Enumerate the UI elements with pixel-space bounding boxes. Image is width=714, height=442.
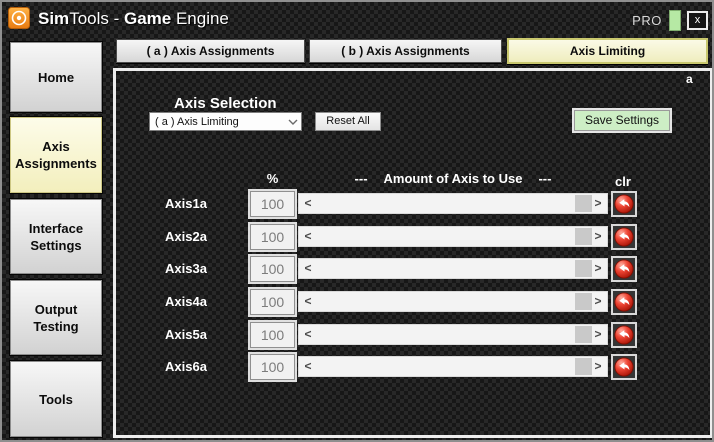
- scrollbar-thumb[interactable]: [575, 195, 592, 212]
- panel-corner-letter: a: [686, 72, 693, 86]
- axis-amount-scrollbar[interactable]: < >: [298, 193, 608, 214]
- amount-header-text: Amount of Axis to Use: [384, 171, 523, 186]
- scroll-right-arrow-icon[interactable]: >: [591, 227, 605, 246]
- pro-status-indicator: [669, 10, 681, 31]
- axis-percent-input[interactable]: 100: [250, 256, 295, 282]
- scroll-right-arrow-icon[interactable]: >: [591, 325, 605, 344]
- scroll-left-arrow-icon[interactable]: <: [301, 227, 315, 246]
- undo-icon: [614, 259, 634, 279]
- clear-axis-button[interactable]: [611, 224, 637, 250]
- axis-selection-heading: Axis Selection: [174, 95, 277, 112]
- scroll-left-arrow-icon[interactable]: <: [301, 259, 315, 278]
- save-settings-button[interactable]: Save Settings: [574, 110, 670, 131]
- scroll-right-arrow-icon[interactable]: >: [591, 259, 605, 278]
- window-title: SimTools - Game Engine: [38, 8, 229, 30]
- scrollbar-thumb[interactable]: [575, 358, 592, 375]
- undo-icon: [614, 194, 634, 214]
- scrollbar-thumb[interactable]: [575, 293, 592, 310]
- scrollbar-thumb[interactable]: [575, 326, 592, 343]
- clear-axis-button[interactable]: [611, 191, 637, 217]
- scroll-left-arrow-icon[interactable]: <: [301, 194, 315, 213]
- tab-b-axis-assignments[interactable]: ( b ) Axis Assignments: [309, 39, 502, 63]
- axis-row-1: Axis1a 100 < >: [2, 191, 714, 217]
- scroll-right-arrow-icon[interactable]: >: [591, 194, 605, 213]
- axis-row-6: Axis6a 100 < >: [2, 354, 714, 380]
- axis-row-5: Axis5a 100 < >: [2, 322, 714, 348]
- scroll-left-arrow-icon[interactable]: <: [301, 325, 315, 344]
- header-dash-right: ---: [538, 171, 551, 186]
- percent-column-header: %: [250, 171, 295, 186]
- axis-percent-input[interactable]: 100: [250, 289, 295, 315]
- axis-row-2: Axis2a 100 < >: [2, 224, 714, 250]
- scroll-right-arrow-icon[interactable]: >: [591, 357, 605, 376]
- axis-percent-input[interactable]: 100: [250, 354, 295, 380]
- axis-row-label: Axis2a: [165, 224, 225, 250]
- clear-axis-button[interactable]: [611, 289, 637, 315]
- clear-axis-button[interactable]: [611, 322, 637, 348]
- axis-row-label: Axis6a: [165, 354, 225, 380]
- title-game: Game: [124, 9, 171, 28]
- clear-axis-button[interactable]: [611, 354, 637, 380]
- sidebar-item-axis-assignments[interactable]: Axis Assignments: [10, 117, 102, 193]
- title-engine: Engine: [171, 9, 229, 28]
- simtools-logo-icon: [8, 7, 30, 29]
- clr-column-header: clr: [608, 174, 638, 189]
- axis-percent-input[interactable]: 100: [250, 191, 295, 217]
- axis-amount-scrollbar[interactable]: < >: [298, 324, 608, 345]
- tab-axis-limiting[interactable]: Axis Limiting: [507, 38, 708, 64]
- axis-row-3: Axis3a 100 < >: [2, 256, 714, 282]
- close-button[interactable]: x: [687, 11, 708, 30]
- header-dash-left: ---: [355, 171, 368, 186]
- clear-axis-button[interactable]: [611, 256, 637, 282]
- axis-row-label: Axis3a: [165, 256, 225, 282]
- amount-column-header: --- Amount of Axis to Use ---: [298, 171, 608, 186]
- axis-row-4: Axis4a 100 < >: [2, 289, 714, 315]
- scrollbar-thumb[interactable]: [575, 228, 592, 245]
- tab-a-axis-assignments[interactable]: ( a ) Axis Assignments: [116, 39, 305, 63]
- axis-percent-input[interactable]: 100: [250, 224, 295, 250]
- undo-icon: [614, 357, 634, 377]
- scroll-left-arrow-icon[interactable]: <: [301, 292, 315, 311]
- simtools-window: SimTools - Game Engine PRO x ( a ) Axis …: [0, 0, 714, 442]
- sidebar-item-home[interactable]: Home: [10, 42, 102, 112]
- axis-amount-scrollbar[interactable]: < >: [298, 291, 608, 312]
- axis-selection-dropdown[interactable]: ( a ) Axis Limiting: [149, 112, 302, 131]
- axis-amount-scrollbar[interactable]: < >: [298, 258, 608, 279]
- undo-icon: [614, 292, 634, 312]
- dropdown-selected-value: ( a ) Axis Limiting: [150, 116, 285, 128]
- title-sim: Sim: [38, 9, 69, 28]
- scroll-left-arrow-icon[interactable]: <: [301, 357, 315, 376]
- undo-icon: [614, 227, 634, 247]
- pro-label: PRO: [628, 13, 666, 28]
- axis-amount-scrollbar[interactable]: < >: [298, 356, 608, 377]
- axis-amount-scrollbar[interactable]: < >: [298, 226, 608, 247]
- axis-row-label: Axis1a: [165, 191, 225, 217]
- reset-all-button[interactable]: Reset All: [315, 112, 381, 131]
- scroll-right-arrow-icon[interactable]: >: [591, 292, 605, 311]
- scrollbar-thumb[interactable]: [575, 260, 592, 277]
- axis-row-label: Axis4a: [165, 289, 225, 315]
- title-tools: Tools -: [69, 9, 124, 28]
- axis-row-label: Axis5a: [165, 322, 225, 348]
- undo-icon: [614, 325, 634, 345]
- axis-percent-input[interactable]: 100: [250, 322, 295, 348]
- chevron-down-icon: [285, 113, 301, 130]
